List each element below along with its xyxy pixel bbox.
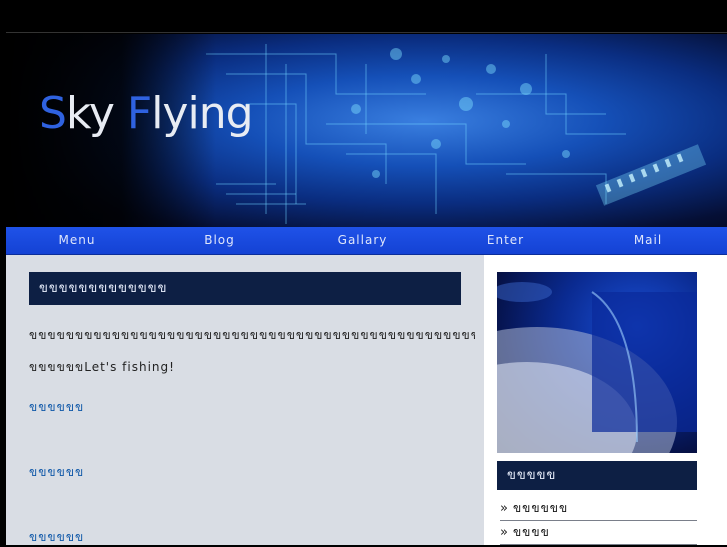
sidebar-item-1[interactable]: » ขขขขขข <box>500 498 697 521</box>
paragraph-line-2: ขขขขขขLet's fishing! <box>29 351 475 383</box>
nav-mail[interactable]: Mail <box>577 227 719 254</box>
content-link-2[interactable]: ขขขขขข <box>29 463 84 482</box>
sidebar-item-2-label: ขขขข <box>512 525 550 539</box>
double-chevron-right-icon: » <box>500 525 509 540</box>
nav-menu[interactable]: Menu <box>6 227 148 254</box>
sidebar: ขขขขข » ขขขขขข » ขขขข <box>484 255 727 545</box>
content-link-1[interactable]: ขขขขขข <box>29 398 84 417</box>
sidebar-item-1-label: ขขขขขข <box>512 501 569 515</box>
logo-text-lying: lying <box>151 88 253 139</box>
sidebar-heading: ขขขขข <box>497 461 697 490</box>
content-area: ขขขขขขขขขขขขข ขขขขขขขขขขขขขขขขขขขขขขขขขข… <box>6 255 727 545</box>
top-divider <box>6 32 727 33</box>
main-nav: Menu Blog Gallary Enter Mail <box>6 227 727 255</box>
content-link-3[interactable]: ขขขขขข <box>29 528 84 547</box>
main-heading: ขขขขขขขขขขขขข <box>29 272 461 305</box>
double-chevron-right-icon: » <box>500 501 509 516</box>
paragraph-line-2-suffix: Let's fishing! <box>84 360 175 374</box>
site-logo[interactable]: Sky Flying <box>39 92 254 136</box>
header-banner: Sky Flying <box>6 34 727 227</box>
logo-text-ky: ky <box>65 88 115 139</box>
sidebar-item-2[interactable]: » ขขขข <box>500 522 697 545</box>
logo-letter-s: S <box>39 88 67 139</box>
main-paragraph: ขขขขขขขขขขขขขขขขขขขขขขขขขขขขขขขขขขขขขขขข… <box>29 319 475 383</box>
sidebar-image <box>497 272 697 453</box>
nav-blog[interactable]: Blog <box>148 227 291 254</box>
logo-letter-f: F <box>126 88 152 139</box>
nav-enter[interactable]: Enter <box>434 227 577 254</box>
paragraph-line-2-prefix: ขขขขขข <box>29 360 85 374</box>
nav-gallary[interactable]: Gallary <box>291 227 434 254</box>
paragraph-line-1: ขขขขขขขขขขขขขขขขขขขขขขขขขขขขขขขขขขขขขขขข… <box>29 328 475 342</box>
